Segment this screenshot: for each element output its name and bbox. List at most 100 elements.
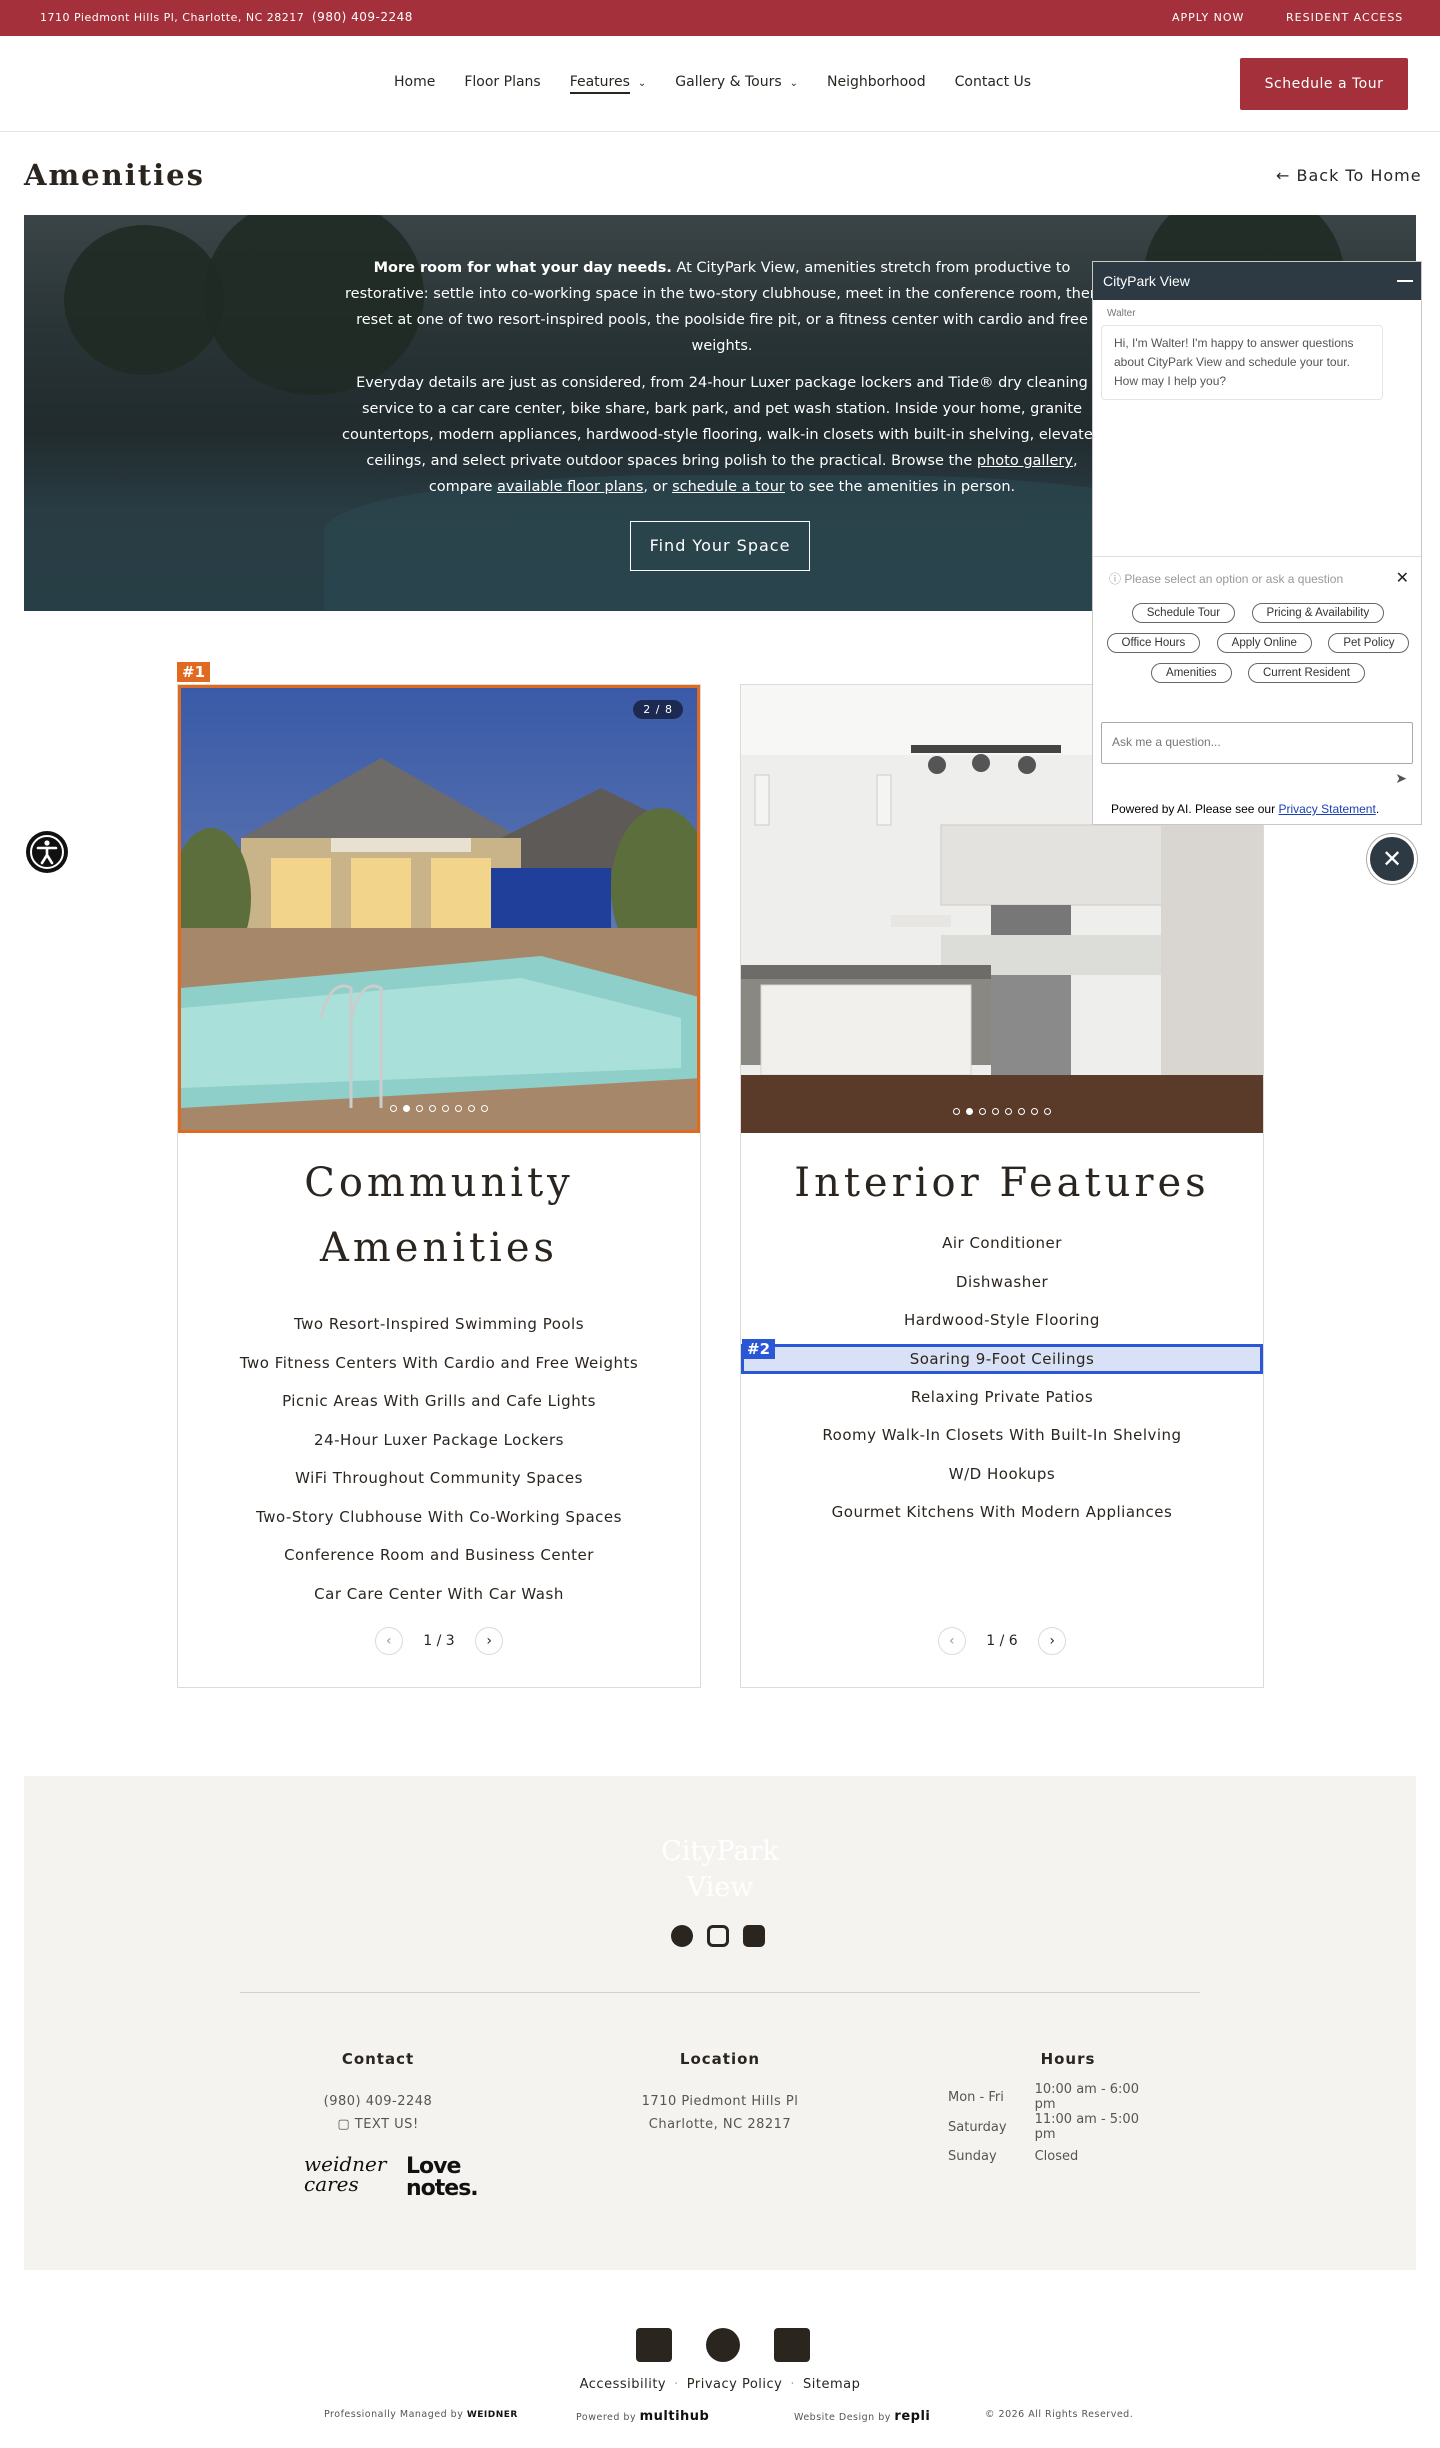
privacy-statement-link[interactable]: Privacy Statement: [1278, 802, 1375, 816]
minimize-icon[interactable]: [1397, 280, 1413, 282]
schedule-tour-link[interactable]: schedule a tour: [672, 479, 785, 495]
carousel-dot[interactable]: [1044, 1108, 1051, 1115]
powered-credit[interactable]: Powered by multihub: [576, 2409, 709, 2424]
carousel-dot-active[interactable]: [966, 1108, 973, 1115]
copyright: © 2026 All Rights Reserved.: [985, 2409, 1134, 2420]
carousel-dot-active[interactable]: [403, 1105, 410, 1112]
pool-photo[interactable]: 2 / 8: [178, 685, 700, 1133]
weidner-logo: WEIDNER: [466, 2410, 518, 2420]
design-credit[interactable]: Website Design by repli: [794, 2409, 930, 2424]
wheelchair-icon: [774, 2328, 810, 2362]
carousel-dot[interactable]: [390, 1105, 397, 1112]
question-icon: ⓘ: [1109, 572, 1125, 586]
photo-gallery-link[interactable]: photo gallery: [977, 453, 1073, 469]
accessibility-button[interactable]: [26, 831, 68, 873]
footer-logo-line: View: [686, 1872, 754, 1903]
chevron-right-icon[interactable]: ›: [475, 1627, 504, 1655]
nav-item-floor-plans[interactable]: Floor Plans: [464, 74, 540, 94]
carousel-dot[interactable]: [1005, 1108, 1012, 1115]
carousel-dots[interactable]: [741, 1100, 1263, 1119]
nav-item-features[interactable]: Features ⌄: [569, 74, 646, 94]
table-row: Sunday Closed: [948, 2142, 1188, 2171]
carousel-dot[interactable]: [1031, 1108, 1038, 1115]
carousel-dot[interactable]: [953, 1108, 960, 1115]
carousel-dot[interactable]: [442, 1105, 449, 1112]
chat-header: CityPark View: [1093, 262, 1421, 300]
option-pricing[interactable]: Pricing & Availability: [1251, 603, 1385, 623]
footer-logo[interactable]: CityPark View: [24, 1834, 1416, 1906]
facebook-icon[interactable]: [671, 1925, 693, 1947]
chat-sender: Walter: [1107, 308, 1136, 319]
chat-options: Schedule Tour Pricing & Availability Off…: [1099, 598, 1417, 688]
footer-phone[interactable]: (980) 409-2248: [288, 2090, 468, 2113]
instagram-icon[interactable]: [707, 1925, 729, 1947]
carousel-dot[interactable]: [481, 1105, 488, 1112]
privacy-policy-link[interactable]: Privacy Policy: [687, 2377, 783, 2392]
amenities-list: Two Resort-Inspired Swimming Pools Two F…: [178, 1305, 700, 1613]
footer-divider: [240, 1992, 1200, 1993]
nav-item-features-label: Features: [569, 74, 630, 94]
card-title-line: Amenities: [319, 1225, 559, 1271]
chevron-right-icon[interactable]: ›: [1038, 1627, 1067, 1655]
accessibility-icon: [30, 835, 64, 869]
carousel-dots[interactable]: [181, 1097, 697, 1116]
carousel-dot[interactable]: [468, 1105, 475, 1112]
carousel-dot[interactable]: [416, 1105, 423, 1112]
location-heading: Location: [679, 2050, 761, 2068]
option-office-hours[interactable]: Office Hours: [1106, 633, 1201, 653]
love-notes-logo[interactable]: Love notes.: [406, 2154, 479, 2200]
lovenotes-text: Love: [406, 2154, 461, 2179]
footer-contact: Contact (980) 409-2248 ▢ TEXT US!: [288, 2050, 468, 2136]
hero-text-segment: , or: [643, 479, 673, 495]
option-pet-policy[interactable]: Pet Policy: [1328, 633, 1410, 653]
option-amenities[interactable]: Amenities: [1151, 663, 1232, 683]
chevron-left-icon[interactable]: ‹: [374, 1627, 403, 1655]
topbar-phone[interactable]: (980) 409-2248: [312, 10, 413, 24]
option-apply-online[interactable]: Apply Online: [1216, 633, 1312, 653]
carousel-dot[interactable]: [429, 1105, 436, 1112]
footer-address-line[interactable]: 1710 Piedmont Hills Pl: [620, 2090, 820, 2113]
accessibility-link[interactable]: Accessibility: [580, 2377, 667, 2392]
carousel-dot[interactable]: [455, 1105, 462, 1112]
send-icon[interactable]: ➤: [1395, 770, 1407, 787]
carousel-dot[interactable]: [992, 1108, 999, 1115]
sitemap-link[interactable]: Sitemap: [803, 2377, 860, 2392]
list-item: Gourmet Kitchens With Modern Appliances: [831, 1503, 1173, 1521]
chevron-down-icon: ⌄: [789, 78, 799, 89]
nav-item-gallery-label: Gallery & Tours: [675, 74, 782, 90]
managed-credit[interactable]: Professionally Managed by WEIDNER: [324, 2409, 518, 2420]
youtube-icon[interactable]: [743, 1925, 765, 1947]
list-item: Roomy Walk-In Closets With Built-In Shel…: [822, 1426, 1182, 1444]
chat-prompt-text: Please select an option or ask a questio…: [1124, 572, 1344, 586]
resident-access-link[interactable]: RESIDENT ACCESS: [1286, 11, 1403, 24]
chat-close-button[interactable]: ✕: [1367, 834, 1417, 884]
list-item: 24-Hour Luxer Package Lockers: [314, 1430, 564, 1449]
weidner-cares-logo[interactable]: weidner cares: [304, 2154, 386, 2194]
credit-text: Website Design by: [794, 2412, 891, 2423]
list-pager: ‹ 1 / 6 ›: [741, 1627, 1263, 1655]
list-item: W/D Hookups: [948, 1464, 1056, 1483]
list-item: Conference Room and Business Center: [284, 1546, 594, 1564]
nav-item-gallery-tours[interactable]: Gallery & Tours ⌄: [675, 74, 798, 94]
text-us-link[interactable]: ▢ TEXT US!: [288, 2113, 468, 2136]
chevron-left-icon[interactable]: ‹: [937, 1627, 966, 1655]
carousel-dot[interactable]: [1018, 1108, 1025, 1115]
carousel-dot[interactable]: [979, 1108, 986, 1115]
schedule-tour-button[interactable]: Schedule a Tour: [1240, 58, 1408, 110]
option-current-resident[interactable]: Current Resident: [1248, 663, 1365, 683]
chat-disclaimer-text: Powered by AI. Please see our: [1111, 802, 1279, 816]
find-your-space-button[interactable]: Find Your Space: [630, 521, 810, 571]
chat-input[interactable]: Ask me a question...: [1101, 722, 1413, 764]
apply-now-link[interactable]: APPLY NOW: [1172, 11, 1244, 24]
nav-item-home[interactable]: Home: [394, 74, 435, 94]
topbar-address[interactable]: 1710 Piedmont Hills Pl, Charlotte, NC 28…: [40, 11, 304, 24]
chat-bubble-icon: ▢: [337, 2117, 355, 2132]
close-icon[interactable]: ✕: [1396, 568, 1409, 588]
back-to-home-link[interactable]: ← Back To Home: [1276, 166, 1422, 185]
nav-item-contact[interactable]: Contact Us: [955, 74, 1031, 94]
footer-address-line[interactable]: Charlotte, NC 28217: [620, 2113, 820, 2136]
floor-plans-link[interactable]: available floor plans: [497, 479, 643, 495]
nav-item-neighborhood[interactable]: Neighborhood: [827, 74, 926, 94]
option-schedule-tour[interactable]: Schedule Tour: [1131, 603, 1236, 623]
hours-time: 10:00 am - 6:00 pm: [1034, 2082, 1139, 2112]
